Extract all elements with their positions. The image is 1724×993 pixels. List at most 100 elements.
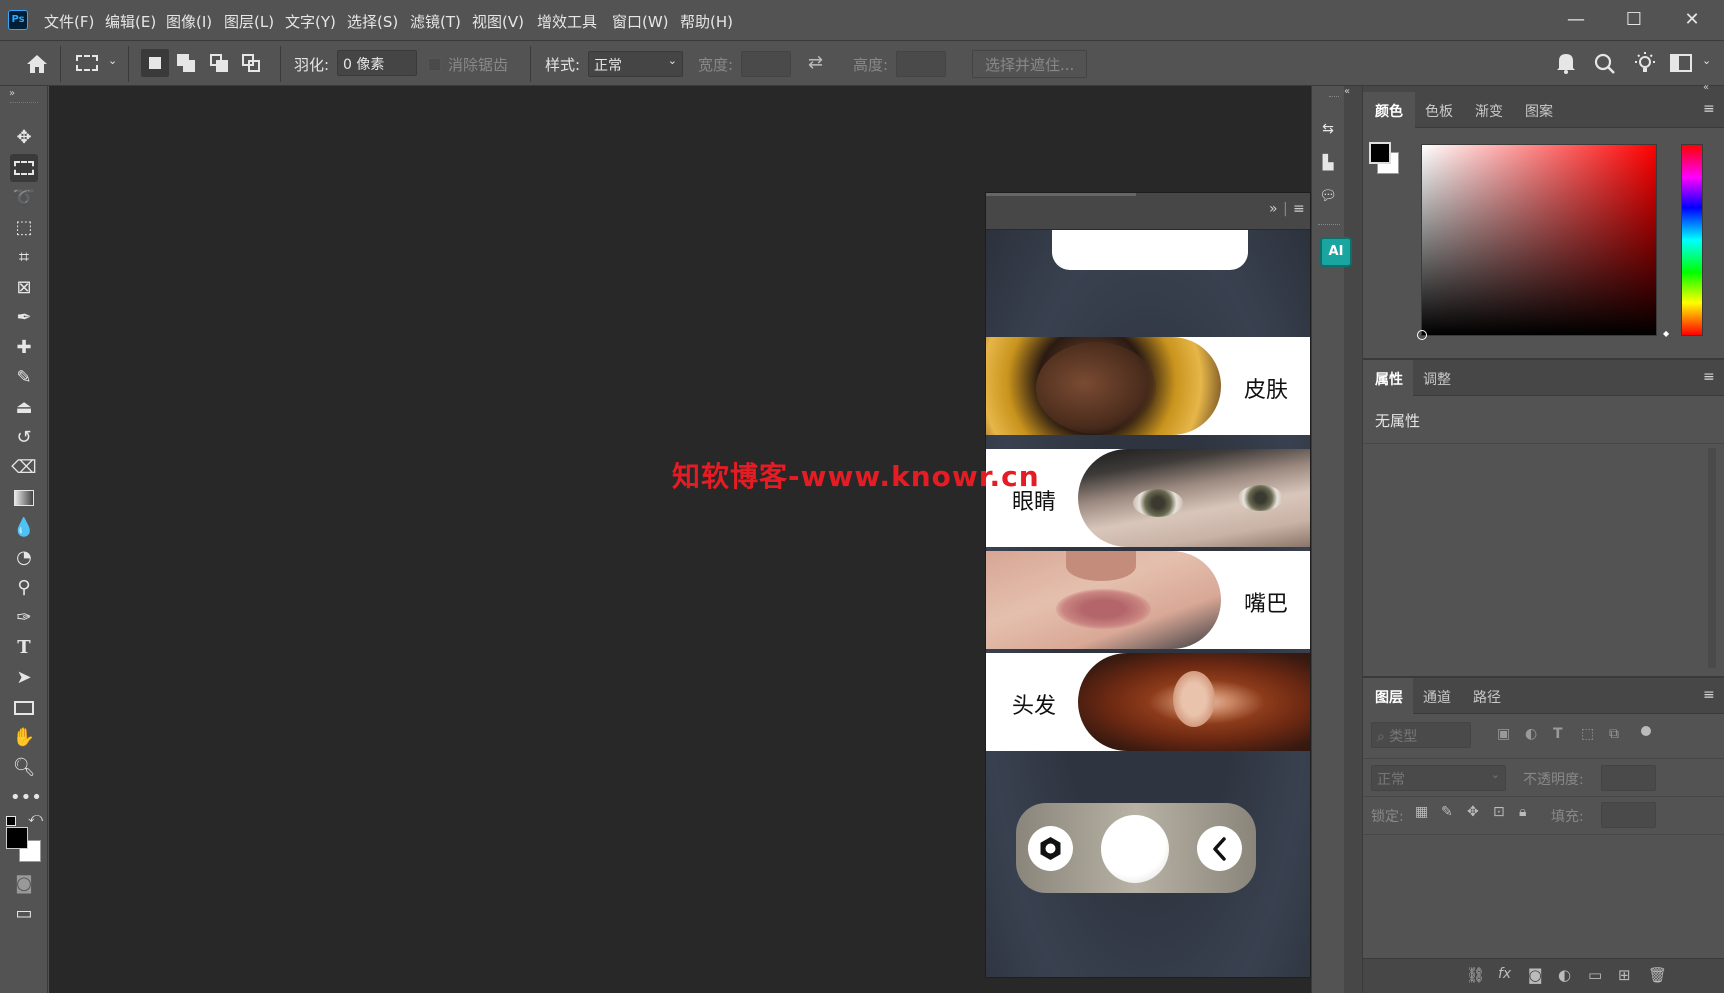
sponge-tool-icon[interactable]: ⚲ xyxy=(10,574,38,602)
tab-properties[interactable]: 属性 xyxy=(1375,369,1403,389)
tab-gradients[interactable]: 渐变 xyxy=(1475,101,1503,121)
panel-menu-icon[interactable]: ≡ xyxy=(1703,101,1715,117)
tab-color[interactable]: 颜色 xyxy=(1375,101,1403,121)
more-tools-icon[interactable]: ••• xyxy=(10,784,42,812)
filter-pixel-icon[interactable]: ▣ xyxy=(1497,726,1510,742)
collapse-icon[interactable]: » xyxy=(1269,201,1278,217)
new-layer-icon[interactable]: ⊞ xyxy=(1618,966,1631,984)
healing-brush-tool-icon[interactable]: ✚ xyxy=(10,334,38,362)
bell-icon[interactable] xyxy=(1554,50,1578,76)
chevron-down-icon[interactable]: ⌄ xyxy=(1702,54,1711,67)
rectangle-tool-icon[interactable] xyxy=(10,694,38,722)
antialias-checkbox[interactable] xyxy=(428,58,441,71)
brush-tool-icon[interactable]: ✎ xyxy=(10,364,38,392)
height-input[interactable] xyxy=(896,51,946,77)
menu-type[interactable]: 文字(Y) xyxy=(285,11,336,32)
type-tool-icon[interactable]: T xyxy=(10,634,38,662)
hue-slider[interactable] xyxy=(1681,144,1703,336)
menu-layer[interactable]: 图层(L) xyxy=(224,11,274,32)
card-skin[interactable]: 皮肤 xyxy=(986,337,1310,435)
gradient-tool-icon[interactable] xyxy=(10,484,38,512)
dodge-tool-icon[interactable]: ◔ xyxy=(10,544,38,572)
menu-window[interactable]: 窗口(W) xyxy=(612,11,669,32)
foreground-color-swatch[interactable] xyxy=(6,827,28,849)
adjustment-layer-icon[interactable]: ◐ xyxy=(1558,966,1571,984)
menu-select[interactable]: 选择(S) xyxy=(347,11,398,32)
home-icon[interactable] xyxy=(24,52,50,76)
filter-type-icon[interactable]: T xyxy=(1553,726,1563,742)
lock-all-icon[interactable]: 🔒︎ xyxy=(1519,804,1526,820)
style-select[interactable]: 正常 ⌄ xyxy=(588,51,683,77)
fill-input[interactable] xyxy=(1601,802,1656,828)
move-tool-icon[interactable]: ✥ xyxy=(10,124,38,152)
layers-list[interactable] xyxy=(1363,835,1724,958)
filter-toggle-icon[interactable] xyxy=(1641,726,1651,736)
chevron-down-icon[interactable]: ⌄ xyxy=(108,54,117,67)
new-group-icon[interactable]: ▭ xyxy=(1588,966,1602,984)
eyedropper-tool-icon[interactable]: ✒ xyxy=(10,304,38,332)
lock-position-icon[interactable]: ✥ xyxy=(1467,804,1479,820)
lock-artboard-icon[interactable]: ⊡ xyxy=(1493,804,1505,820)
tab-layers[interactable]: 图层 xyxy=(1375,687,1403,707)
swap-colors-icon[interactable]: ⤺ xyxy=(28,810,43,826)
card-hair[interactable]: 头发 xyxy=(986,653,1310,751)
hue-slider-handle[interactable]: ◆ xyxy=(1663,329,1669,338)
trash-icon[interactable]: 🗑︎ xyxy=(1648,966,1667,984)
discover-bulb-icon[interactable] xyxy=(1632,50,1658,76)
comments-panel-icon[interactable]: 💬︎ xyxy=(1316,184,1340,208)
tab-patterns[interactable]: 图案 xyxy=(1525,101,1553,121)
eraser-tool-icon[interactable]: ⌫ xyxy=(10,454,38,482)
screen-mode-icon[interactable]: ▭ xyxy=(10,900,38,928)
plugin-top-button[interactable] xyxy=(1052,230,1248,270)
ai-plugin-icon[interactable]: AI xyxy=(1320,237,1352,267)
card-mouth[interactable]: 嘴巴 xyxy=(986,551,1310,649)
new-selection-icon[interactable] xyxy=(141,49,169,77)
menu-image[interactable]: 图像(I) xyxy=(166,11,212,32)
grip[interactable] xyxy=(10,102,38,104)
feather-input[interactable]: 0 像素 xyxy=(337,50,417,76)
blur-tool-icon[interactable]: 💧 xyxy=(10,514,38,542)
crop-tool-icon[interactable]: ⌗ xyxy=(10,244,38,272)
path-select-tool-icon[interactable]: ➤ xyxy=(10,664,38,692)
rect-marquee-tool-icon[interactable] xyxy=(10,154,38,182)
close-button[interactable]: ✕ xyxy=(1680,8,1704,32)
width-input[interactable] xyxy=(741,51,791,77)
stamp-tool-icon[interactable]: ⏏ xyxy=(10,394,38,422)
menu-file[interactable]: 文件(F) xyxy=(44,11,94,32)
fx-icon[interactable]: fx xyxy=(1498,966,1511,982)
back-button[interactable] xyxy=(1197,826,1242,871)
menu-icon[interactable]: ≡ xyxy=(1293,201,1305,217)
search-icon[interactable] xyxy=(1593,52,1617,76)
intersect-selection-icon[interactable] xyxy=(237,49,265,77)
object-select-tool-icon[interactable]: ⬚ xyxy=(10,214,38,242)
plugin-header[interactable]: » | ≡ xyxy=(986,193,1310,230)
filter-adjustment-icon[interactable]: ◐ xyxy=(1525,726,1537,742)
frame-tool-icon[interactable]: ⊠ xyxy=(10,274,38,302)
fg-color-chip[interactable] xyxy=(1369,142,1391,164)
tab-channels[interactable]: 通道 xyxy=(1423,687,1451,707)
plugins-panel-icon[interactable]: ▙ xyxy=(1316,151,1340,175)
menu-view[interactable]: 视图(V) xyxy=(472,11,524,32)
link-layers-icon[interactable]: ⛓ xyxy=(1466,966,1485,984)
opacity-input[interactable] xyxy=(1601,765,1656,791)
menu-plugins[interactable]: 增效工具 xyxy=(537,11,597,32)
swap-icon[interactable]: ⇄ xyxy=(808,52,823,73)
filter-shape-icon[interactable]: ⬚ xyxy=(1581,726,1594,742)
subtract-selection-icon[interactable] xyxy=(205,49,233,77)
add-mask-icon[interactable]: ◙ xyxy=(1528,966,1543,984)
menu-help[interactable]: 帮助(H) xyxy=(680,11,733,32)
main-action-button[interactable] xyxy=(1101,815,1169,883)
tab-swatches[interactable]: 色板 xyxy=(1425,101,1453,121)
filter-smart-object-icon[interactable]: ⧉ xyxy=(1609,726,1619,742)
zoom-tool-icon[interactable]: 🔍︎ xyxy=(10,754,38,782)
lock-paint-icon[interactable]: ✎ xyxy=(1441,804,1453,820)
tab-paths[interactable]: 路径 xyxy=(1473,687,1501,707)
color-field[interactable] xyxy=(1417,144,1657,340)
tab-adjustments[interactable]: 调整 xyxy=(1423,369,1451,389)
expand-icon[interactable]: » xyxy=(9,88,15,99)
history-panel-icon[interactable]: ⇆ xyxy=(1316,117,1340,141)
workspace-icon[interactable] xyxy=(1670,54,1692,72)
panel-menu-icon[interactable]: ≡ xyxy=(1703,687,1715,703)
menu-edit[interactable]: 编辑(E) xyxy=(105,11,156,32)
history-brush-tool-icon[interactable]: ↺ xyxy=(10,424,38,452)
